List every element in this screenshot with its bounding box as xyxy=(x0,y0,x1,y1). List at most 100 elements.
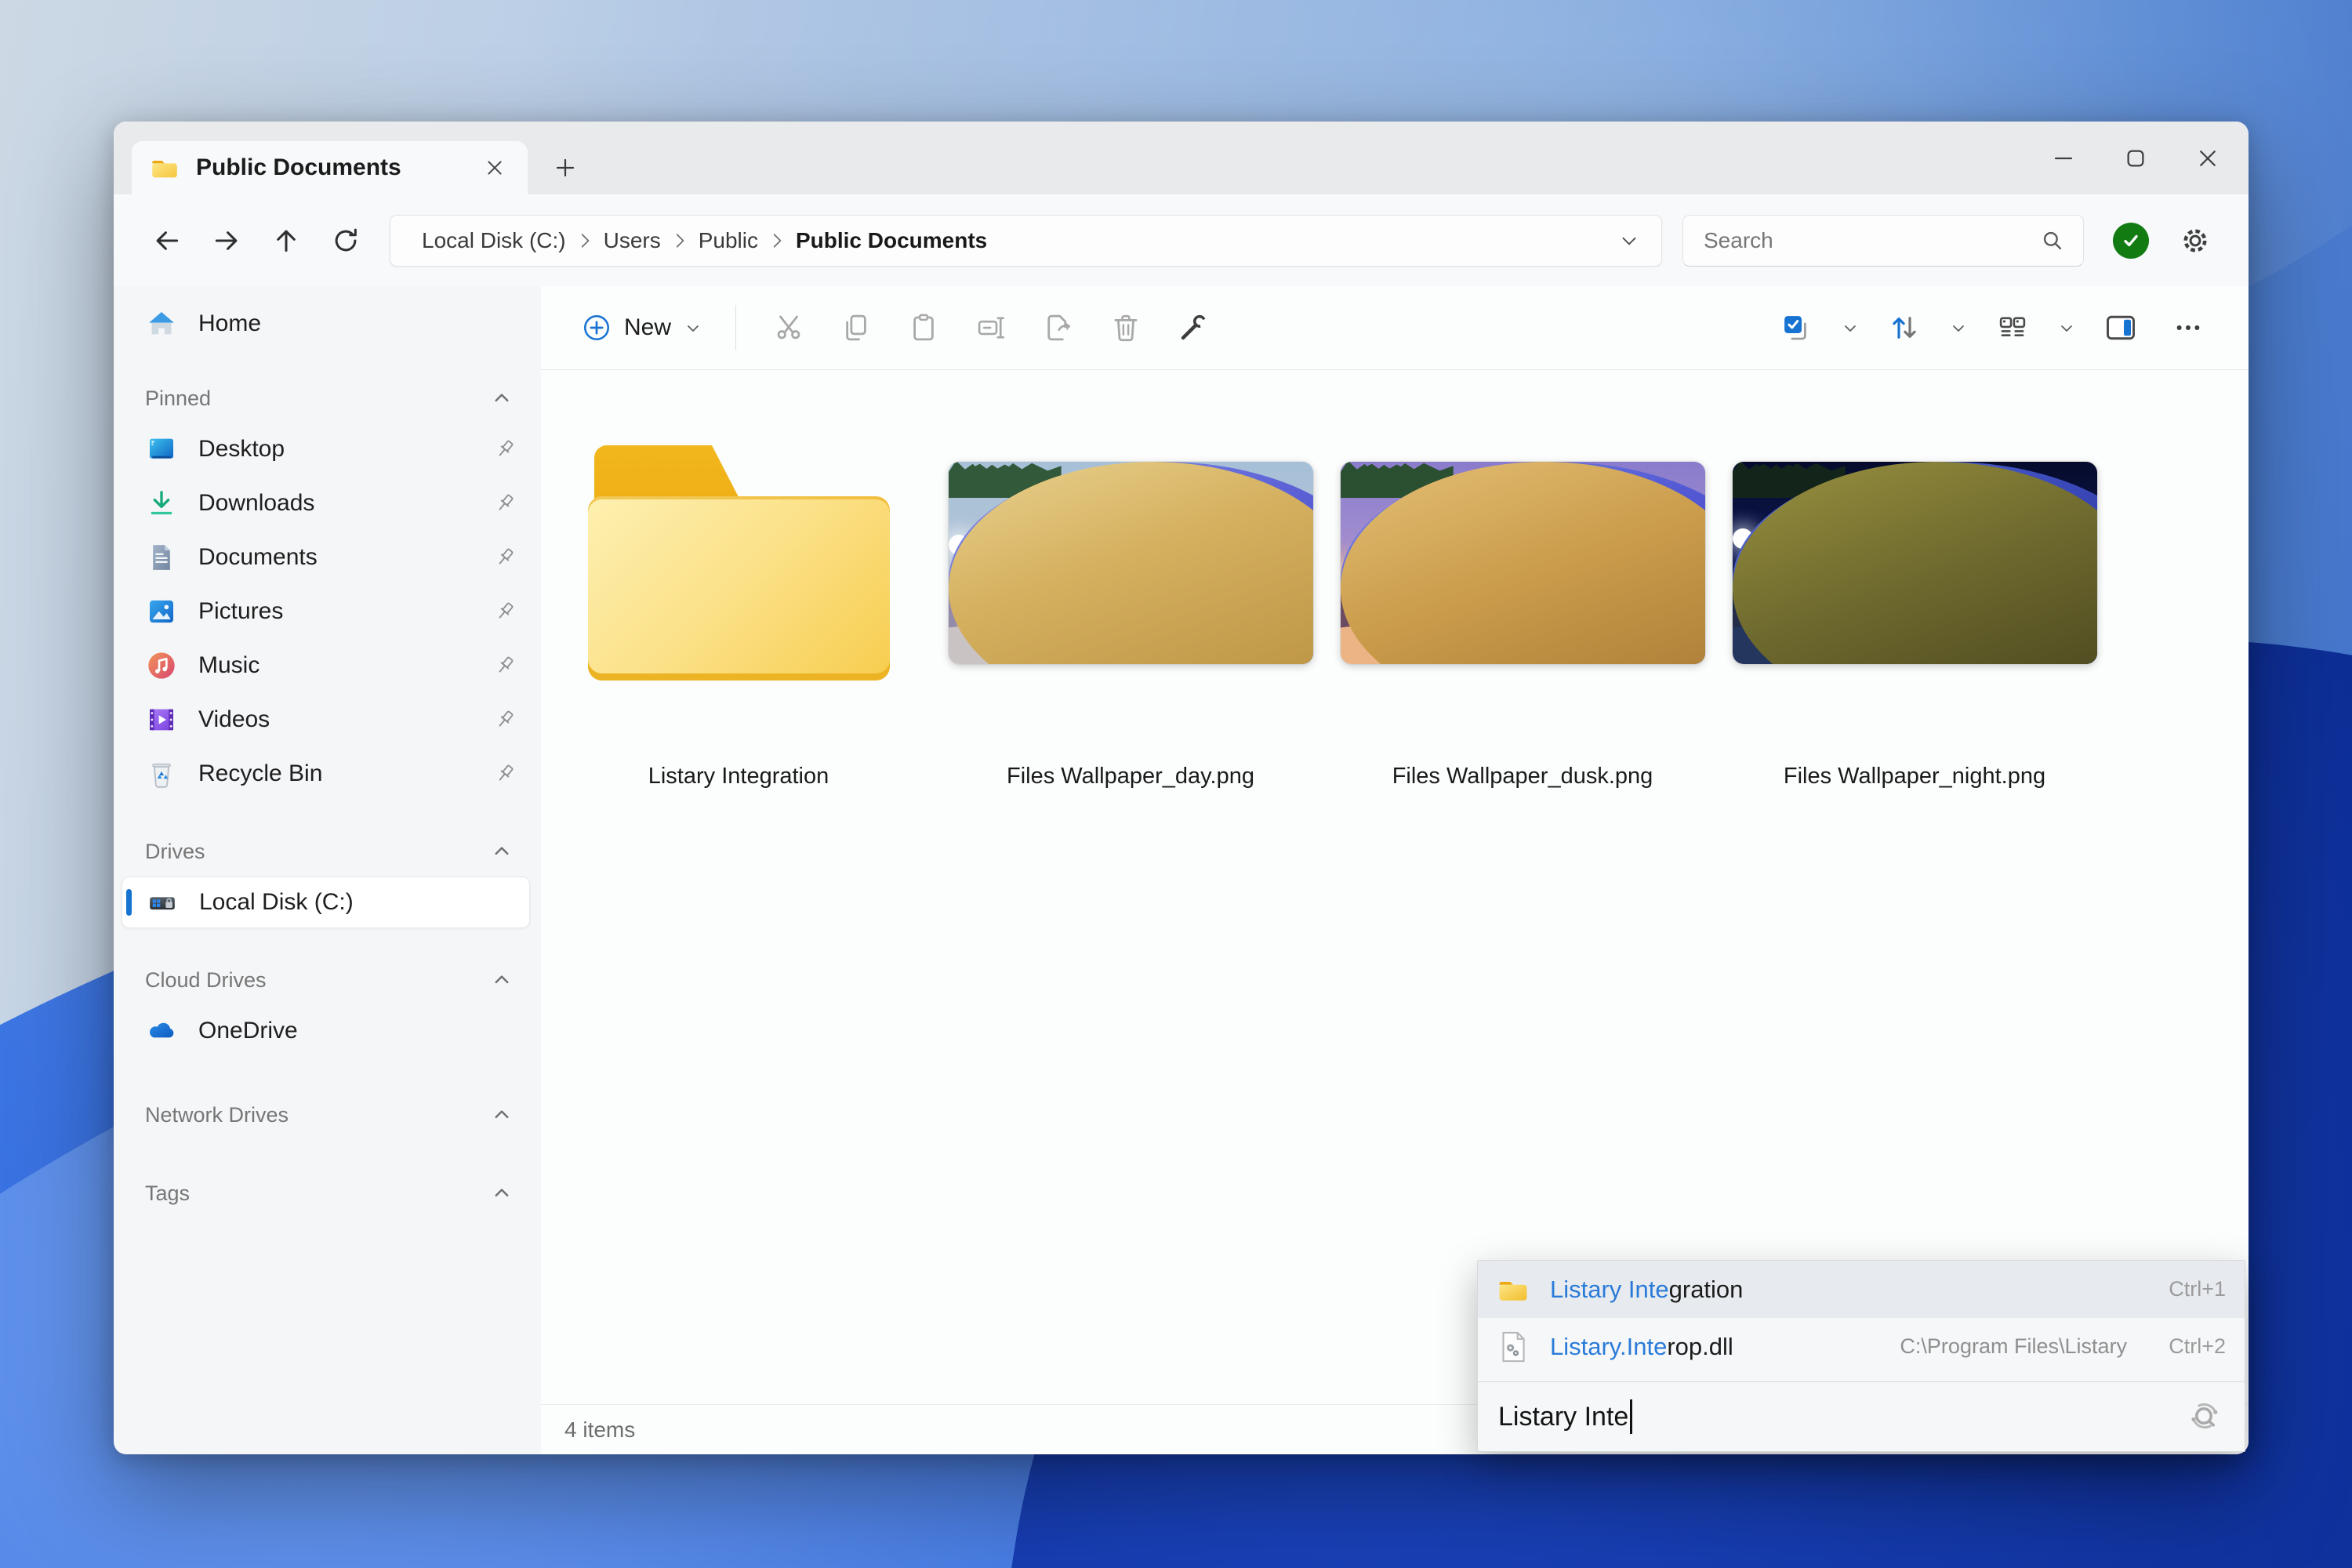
result-name: Listary Integration xyxy=(1550,1275,1744,1303)
sidebar-item-local-disk-c[interactable]: Local Disk (C:) xyxy=(122,877,530,928)
back-button[interactable] xyxy=(137,212,197,270)
minimize-button[interactable] xyxy=(2027,122,2100,194)
listary-result-folder[interactable]: Listary Integration Ctrl+1 xyxy=(1478,1261,2245,1318)
chevron-right-icon xyxy=(771,233,783,249)
search-box[interactable] xyxy=(1682,214,2084,267)
share-button[interactable] xyxy=(1025,299,1092,357)
listary-search-input[interactable]: Listary Inte xyxy=(1478,1382,2245,1451)
refresh-button[interactable] xyxy=(316,212,376,270)
toolbar: New xyxy=(541,286,2249,370)
chevron-up-icon[interactable] xyxy=(489,967,514,993)
pin-icon[interactable] xyxy=(491,706,519,734)
copy-button[interactable] xyxy=(822,299,890,357)
sidebar-item-music[interactable]: Music xyxy=(122,640,530,691)
onedrive-icon xyxy=(145,1014,178,1047)
downloads-icon xyxy=(145,487,178,520)
music-icon xyxy=(145,649,178,682)
sidebar-item-onedrive[interactable]: OneDrive xyxy=(122,1005,530,1057)
sidebar-item-downloads[interactable]: Downloads xyxy=(122,477,530,529)
chevron-up-icon[interactable] xyxy=(489,386,514,411)
files-grid: Listary Integration Files Wallpaper_day.… xyxy=(541,370,2249,1404)
sidebar-item-documents[interactable]: Documents xyxy=(122,532,530,583)
tab-public-documents[interactable]: Public Documents xyxy=(132,141,528,194)
breadcrumb-segment[interactable]: Public xyxy=(691,223,766,258)
delete-button[interactable] xyxy=(1092,299,1160,357)
sidebar-item-label: Recycle Bin xyxy=(198,760,323,786)
gear-icon xyxy=(2179,224,2212,257)
dll-file-icon xyxy=(1497,1330,1530,1363)
sidebar-item-videos[interactable]: Videos xyxy=(122,694,530,746)
sidebar-section-pinned[interactable]: Pinned xyxy=(122,378,530,419)
layout-button[interactable] xyxy=(1979,299,2046,357)
open-elevated-button[interactable] xyxy=(1160,299,1227,357)
sidebar-item-recycle-bin[interactable]: Recycle Bin xyxy=(122,748,530,800)
documents-icon xyxy=(145,541,178,574)
sidebar-section-drives[interactable]: Drives xyxy=(122,831,530,872)
pin-icon[interactable] xyxy=(491,597,519,626)
sidebar-item-label: Local Disk (C:) xyxy=(199,889,354,915)
preview-pane-button[interactable] xyxy=(2087,299,2154,357)
pin-icon[interactable] xyxy=(491,489,519,517)
chevron-right-icon xyxy=(579,233,591,249)
sidebar-item-desktop[interactable]: Desktop xyxy=(122,423,530,475)
titlebar: Public Documents xyxy=(114,122,2249,194)
videos-icon xyxy=(145,703,178,736)
listary-logo-icon xyxy=(2185,1397,2224,1436)
file-tile-wallpaper-day[interactable]: Files Wallpaper_day.png xyxy=(935,441,1327,789)
image-thumbnail-dusk xyxy=(1340,462,1705,664)
desktop-icon xyxy=(145,433,178,466)
sidebar-section-network-drives[interactable]: Network Drives xyxy=(122,1094,530,1135)
file-name: Listary Integration xyxy=(648,764,829,789)
file-tile-wallpaper-night[interactable]: Files Wallpaper_night.png xyxy=(1719,441,2111,789)
paste-button[interactable] xyxy=(890,299,957,357)
section-label: Cloud Drives xyxy=(145,967,267,992)
sidebar-section-cloud-drives[interactable]: Cloud Drives xyxy=(122,960,530,1000)
sort-button[interactable] xyxy=(1871,299,1938,357)
folder-icon xyxy=(587,445,890,681)
listary-result-dll[interactable]: Listary.Interop.dll C:\Program Files\Lis… xyxy=(1478,1318,2245,1375)
rename-button[interactable] xyxy=(957,299,1025,357)
new-button[interactable]: New xyxy=(568,299,717,356)
search-input[interactable] xyxy=(1704,227,2039,253)
up-button[interactable] xyxy=(256,212,316,270)
breadcrumb-segment-current[interactable]: Public Documents xyxy=(788,223,995,258)
maximize-button[interactable] xyxy=(2100,122,2172,194)
address-bar[interactable]: Local Disk (C:) Users Public Public Docu… xyxy=(390,214,1662,267)
forward-button[interactable] xyxy=(197,212,256,270)
layout-dropdown-chevron-icon[interactable] xyxy=(2046,299,2087,357)
window-controls xyxy=(2027,122,2244,194)
select-button[interactable] xyxy=(1762,299,1830,357)
folder-icon xyxy=(151,155,179,180)
address-dropdown-chevron-icon[interactable] xyxy=(1606,230,1652,251)
new-tab-button[interactable] xyxy=(543,146,587,190)
sidebar-item-pictures[interactable]: Pictures xyxy=(122,586,530,637)
chevron-up-icon[interactable] xyxy=(489,1181,514,1206)
elevation-status-button[interactable] xyxy=(2101,212,2161,270)
green-check-icon xyxy=(2113,222,2149,259)
recycle-bin-icon xyxy=(145,757,178,790)
local-disk-icon xyxy=(146,886,179,919)
pin-icon[interactable] xyxy=(491,760,519,788)
close-button[interactable] xyxy=(2172,122,2244,194)
chevron-up-icon[interactable] xyxy=(489,839,514,864)
sort-dropdown-chevron-icon[interactable] xyxy=(1938,299,1979,357)
cut-button[interactable] xyxy=(755,299,822,357)
file-tile-wallpaper-dusk[interactable]: Files Wallpaper_dusk.png xyxy=(1327,441,1719,789)
file-tile-listary-integration[interactable]: Listary Integration xyxy=(543,441,935,789)
breadcrumb-segment[interactable]: Local Disk (C:) xyxy=(414,223,574,258)
folder-icon xyxy=(1497,1273,1530,1306)
chevron-up-icon[interactable] xyxy=(489,1102,514,1127)
sidebar-section-tags[interactable]: Tags xyxy=(122,1173,530,1214)
pin-icon[interactable] xyxy=(491,435,519,463)
file-name: Files Wallpaper_night.png xyxy=(1783,764,2046,789)
file-name: Files Wallpaper_dusk.png xyxy=(1392,764,1653,789)
settings-button[interactable] xyxy=(2165,212,2225,270)
toolbar-right-group xyxy=(1762,299,2222,357)
pin-icon[interactable] xyxy=(491,652,519,680)
select-dropdown-chevron-icon[interactable] xyxy=(1830,299,1871,357)
tab-close-icon[interactable] xyxy=(473,146,517,190)
more-options-button[interactable] xyxy=(2154,299,2222,357)
pin-icon[interactable] xyxy=(491,543,519,572)
sidebar-item-home[interactable]: Home xyxy=(122,298,530,350)
breadcrumb-segment[interactable]: Users xyxy=(596,223,669,258)
